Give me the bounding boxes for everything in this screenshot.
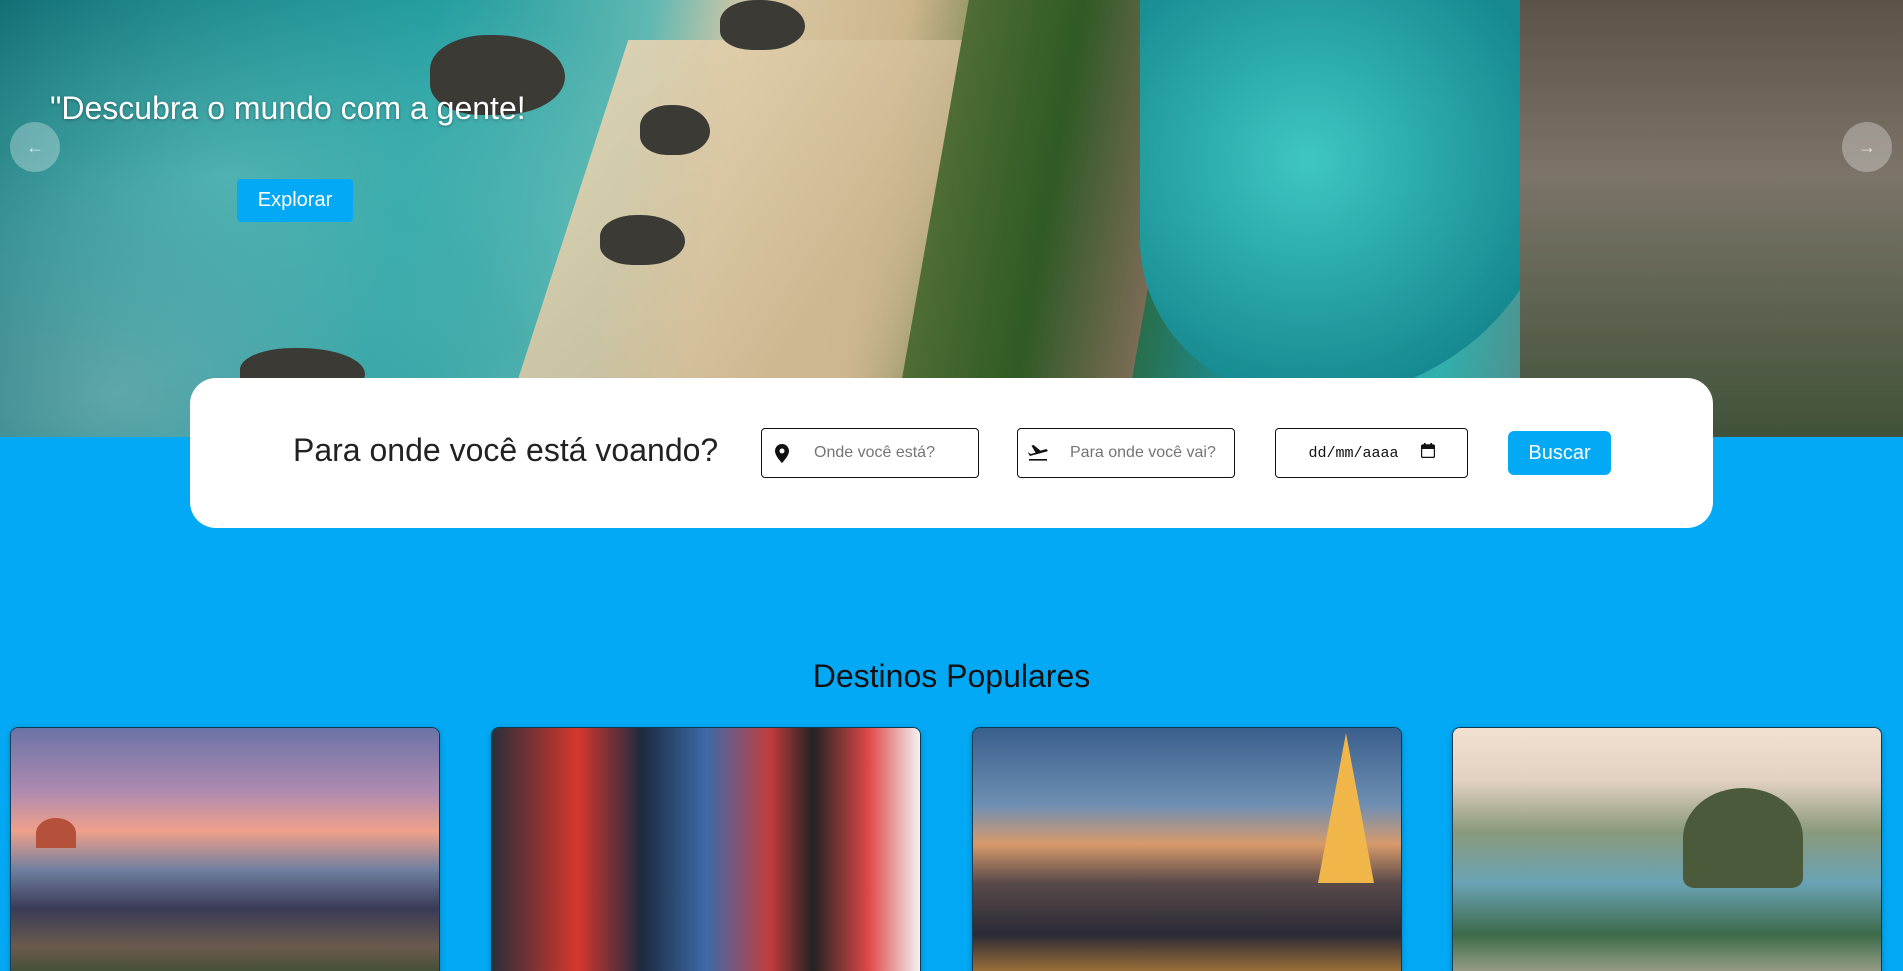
hero-rock bbox=[720, 0, 805, 50]
hero-carousel: "Descubra o mundo com a gente! Explorar … bbox=[0, 0, 1903, 437]
hero-background-terrace bbox=[1520, 0, 1903, 437]
sugarloaf-mountain bbox=[1683, 788, 1803, 888]
arrow-left-icon: ← bbox=[26, 136, 44, 157]
hero-title: "Descubra o mundo com a gente! bbox=[50, 90, 526, 126]
destination-card-paris[interactable] bbox=[972, 727, 1402, 971]
destination-input[interactable] bbox=[1070, 444, 1220, 462]
airplane-departure-icon bbox=[1028, 445, 1048, 461]
explore-button[interactable]: Explorar bbox=[237, 179, 353, 222]
cathedral-dome bbox=[36, 818, 76, 848]
flight-search-card: Para onde você está voando? dd/mm/aaaa B… bbox=[190, 378, 1713, 528]
date-input[interactable]: dd/mm/aaaa bbox=[1308, 445, 1398, 462]
tokyo-image bbox=[492, 728, 920, 971]
eiffel-tower bbox=[1318, 733, 1374, 883]
paris-image bbox=[973, 728, 1401, 971]
origin-field[interactable] bbox=[761, 428, 979, 478]
carousel-next-button[interactable]: → bbox=[1842, 122, 1892, 172]
origin-input[interactable] bbox=[814, 444, 964, 462]
search-question: Para onde você está voando? bbox=[293, 432, 719, 468]
florence-image bbox=[11, 728, 439, 971]
calendar-icon[interactable] bbox=[1420, 443, 1435, 463]
destination-card-tokyo[interactable] bbox=[491, 727, 921, 971]
arrow-right-icon: → bbox=[1858, 136, 1876, 157]
map-marker-icon bbox=[772, 443, 792, 463]
destination-card-florence[interactable] bbox=[10, 727, 440, 971]
hero-rock bbox=[600, 215, 685, 265]
hero-rock bbox=[640, 105, 710, 155]
destination-card-rio[interactable] bbox=[1452, 727, 1882, 971]
hero-background-pool bbox=[1140, 0, 1560, 400]
popular-destinations-title: Destinos Populares bbox=[812, 658, 1091, 694]
destination-field[interactable] bbox=[1017, 428, 1235, 478]
carousel-prev-button[interactable]: ← bbox=[10, 122, 60, 172]
date-field[interactable]: dd/mm/aaaa bbox=[1275, 428, 1468, 478]
rio-image bbox=[1453, 728, 1881, 971]
search-button[interactable]: Buscar bbox=[1508, 431, 1611, 475]
